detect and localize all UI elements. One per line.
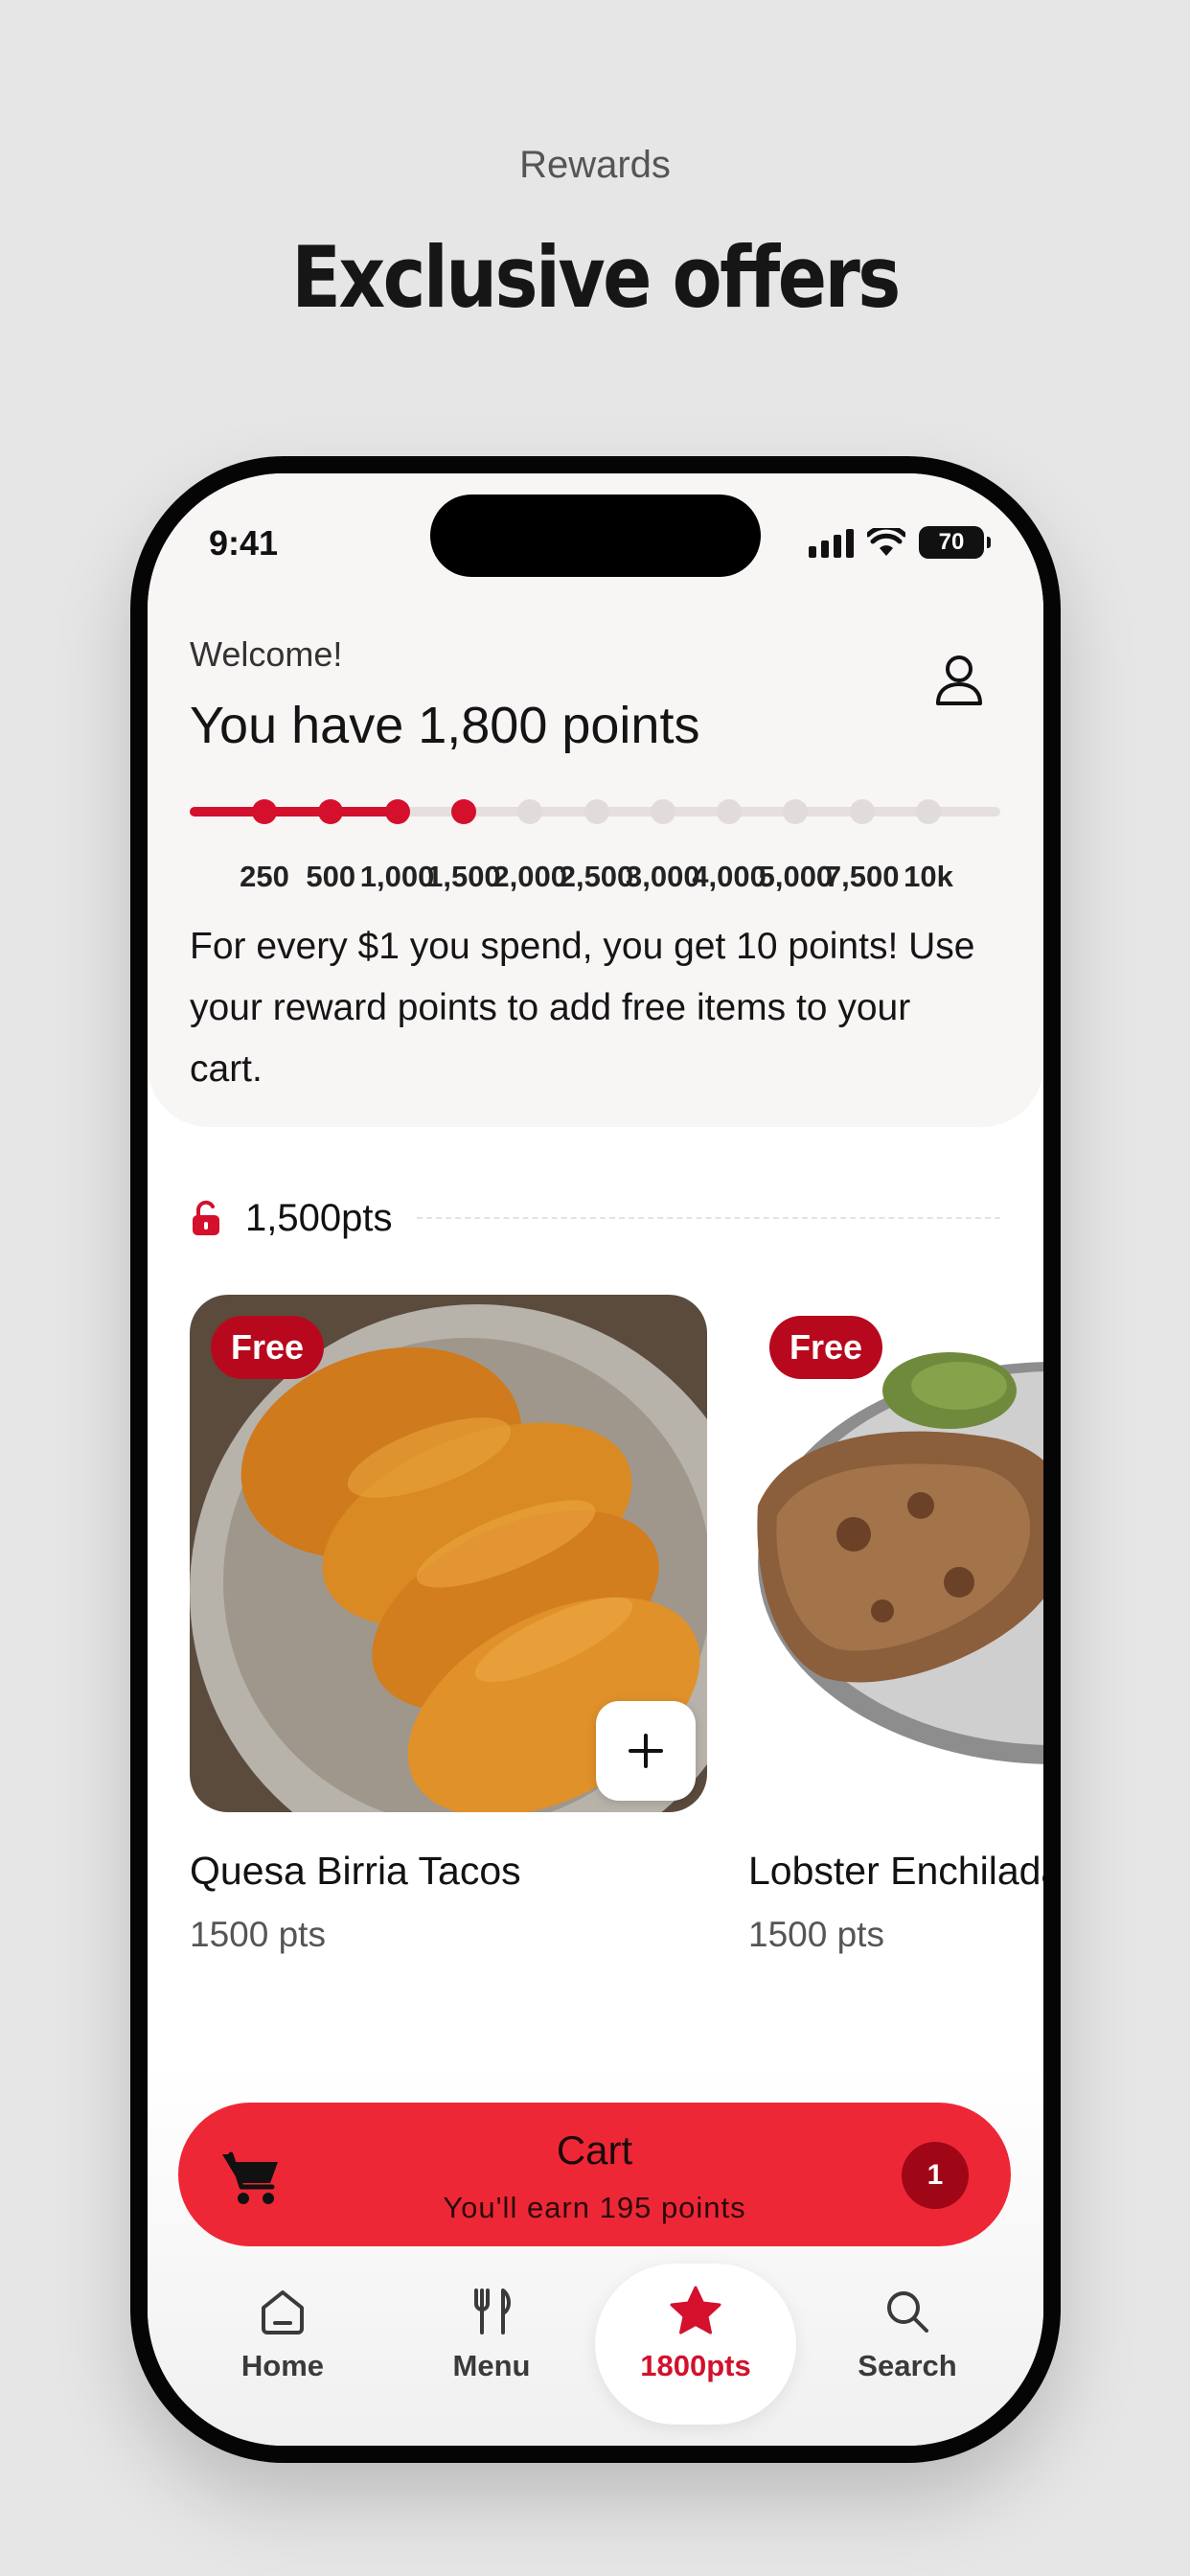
rewards-description: For every $1 you spend, you get 10 point…: [190, 926, 975, 1090]
cart-button[interactable]: Cart You'll earn 195 points 1: [178, 2103, 1011, 2246]
dynamic-island: [430, 494, 761, 577]
milestone-dot: [318, 799, 344, 824]
battery-icon: 70: [919, 526, 991, 559]
free-badge: Free: [769, 1316, 883, 1379]
milestone-dot: [584, 799, 609, 824]
reward-item-card[interactable]: Free Quesa Birria Tacos 1500 pts: [190, 1295, 707, 1955]
milestone-dot: [849, 799, 875, 824]
points-balance: You have 1,800 points: [190, 697, 700, 754]
milestone-label: 5,000: [758, 860, 834, 893]
milestone-label: 1,500: [426, 860, 501, 893]
bottom-tab-bar: Home Menu 1800pts Search: [148, 2264, 1043, 2426]
milestone-label: 2,000: [492, 860, 567, 893]
tier-header: 1,500pts: [190, 1194, 1000, 1242]
milestone-label: 7,500: [824, 860, 900, 893]
cellular-signal-icon: [809, 527, 854, 558]
milestone-label: 10k: [904, 860, 953, 893]
add-to-cart-button[interactable]: [596, 1701, 696, 1801]
milestone-label: 250: [240, 860, 289, 893]
milestone-label: 3,000: [626, 860, 700, 893]
free-badge: Free: [211, 1316, 325, 1379]
item-points: 1500 pts: [748, 1915, 884, 1954]
tab-label: Search: [858, 2349, 957, 2382]
status-time: 9:41: [209, 523, 279, 563]
tier-label: 1,500pts: [245, 1196, 393, 1239]
item-title: Lobster Enchiladas: [748, 1849, 1043, 1893]
status-icons: 70: [809, 525, 991, 560]
tab-home[interactable]: Home: [182, 2264, 383, 2425]
tab-rewards[interactable]: 1800pts: [595, 2264, 796, 2425]
tab-label: Home: [240, 2349, 325, 2382]
points-progress-bar: 250 500 1,000 1,500 2,000 2,500 3,000 4,000 5,00…: [190, 799, 1000, 893]
milestone-label: 500: [306, 860, 356, 893]
item-points: 1500 pts: [190, 1915, 326, 1954]
birria-tacos-photo: Free: [190, 1295, 707, 1812]
milestone-dot: [916, 799, 941, 824]
unlock-icon: [193, 1200, 219, 1235]
reward-item-card[interactable]: Free Lobster Enchiladas 1500 pts: [748, 1295, 1043, 1955]
milestone-dot: [783, 799, 809, 824]
tab-search[interactable]: Search: [807, 2264, 1008, 2425]
cart-count-badge: 1: [902, 2142, 969, 2209]
wifi-icon: [867, 528, 905, 556]
home-icon: [262, 2290, 304, 2334]
fork-knife-icon: [474, 2288, 511, 2334]
enchilada-plate-photo: Free: [748, 1295, 1043, 1812]
milestone-dot: [650, 799, 675, 824]
rewards-summary-card: 9:41 70 Welcome! You have 1,800 points 2…: [148, 473, 1043, 1127]
milestone-dot: [450, 799, 476, 824]
search-icon: [887, 2291, 928, 2333]
page-headline: Exclusive offers: [291, 228, 901, 327]
page-eyebrow: Rewards: [519, 144, 671, 186]
milestone-label: 1,000: [359, 860, 435, 893]
tier-divider: [417, 1217, 1000, 1219]
progress-fill: [190, 807, 398, 816]
milestone-dot: [517, 799, 543, 824]
milestone-dot: [252, 799, 277, 824]
tab-label: Menu: [452, 2349, 531, 2382]
app-screen: 9:41 70 Welcome! You have 1,800 points 2…: [148, 473, 1043, 2446]
milestone-label: 4,000: [692, 860, 767, 893]
item-title: Quesa Birria Tacos: [190, 1849, 521, 1893]
milestone-dot: [384, 799, 410, 824]
milestone-dot: [717, 799, 743, 824]
profile-icon[interactable]: [928, 650, 990, 711]
tab-label: 1800pts: [640, 2349, 751, 2382]
plus-icon: [629, 1734, 663, 1768]
cart-points-earned: You'll earn 195 points: [443, 2191, 746, 2224]
milestone-label: 2,500: [559, 860, 634, 893]
welcome-text: Welcome!: [190, 634, 343, 674]
tab-menu[interactable]: Menu: [391, 2264, 592, 2425]
phone-frame: 9:41 70 Welcome! You have 1,800 points 2…: [130, 456, 1061, 2463]
star-icon: [670, 2286, 721, 2334]
cart-title: Cart: [556, 2128, 633, 2173]
